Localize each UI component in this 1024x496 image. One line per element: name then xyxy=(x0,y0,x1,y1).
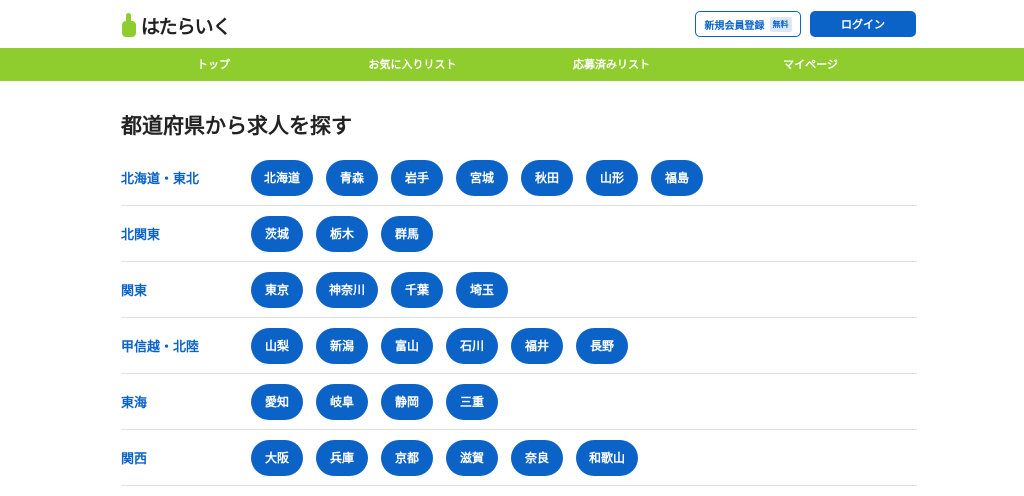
main-content: 都道府県から求人を探す 北海道・東北 北海道 青森 岩手 宮城 秋田 山形 福島北関東 茨城 栃木… xyxy=(121,81,917,486)
region-name: 北海道・東北 xyxy=(121,172,200,187)
prefecture-button[interactable]: 千葉 xyxy=(391,271,444,308)
region-name: 甲信越・北陸 xyxy=(121,340,200,355)
register-label: 新規会員登録 xyxy=(704,20,765,32)
prefecture-button[interactable]: 兵庫 xyxy=(316,439,368,476)
prefecture-button[interactable]: 新潟 xyxy=(316,327,368,364)
prefecture-button[interactable]: 福島 xyxy=(651,159,704,196)
global-nav: トップ お気に入りリスト 応募済みリスト マイページ xyxy=(0,48,1024,81)
prefecture-list: 愛知 岐阜 静岡 三重 xyxy=(251,383,498,420)
prefecture-button[interactable]: 岐阜 xyxy=(316,383,368,420)
site-logo[interactable]: はたらいく xyxy=(121,11,232,39)
thumbs-up-icon xyxy=(121,11,137,39)
prefecture-button[interactable]: 秋田 xyxy=(521,159,574,196)
prefecture-list: 山梨 新潟 富山 石川 福井 長野 xyxy=(251,327,628,364)
page-title: 都道府県から求人を探す xyxy=(121,114,352,138)
prefecture-button[interactable]: 宮城 xyxy=(456,159,509,196)
nav-item[interactable]: トップ xyxy=(114,48,313,81)
prefecture-button[interactable]: 石川 xyxy=(446,327,498,364)
region-row: 関西 大阪 兵庫 京都 滋賀 奈良 和歌山 xyxy=(121,430,917,486)
register-button[interactable]: 新規会員登録 無料 xyxy=(695,11,801,37)
prefecture-button[interactable]: 長野 xyxy=(576,327,628,364)
prefecture-button[interactable]: 山形 xyxy=(586,159,639,196)
prefecture-button[interactable]: 神奈川 xyxy=(316,271,379,308)
prefecture-button[interactable]: 奈良 xyxy=(511,439,563,476)
prefecture-button[interactable]: 青森 xyxy=(326,159,379,196)
nav-item[interactable]: 応募済みリスト xyxy=(512,48,711,81)
site-header: はたらいく 新規会員登録 無料 ログイン xyxy=(0,0,1024,48)
prefecture-list: 茨城 栃木 群馬 xyxy=(251,215,433,252)
prefecture-button[interactable]: 東京 xyxy=(251,271,303,308)
prefecture-button[interactable]: 和歌山 xyxy=(576,439,639,476)
prefecture-button[interactable]: 茨城 xyxy=(251,215,303,252)
region-name: 北関東 xyxy=(121,228,161,243)
prefecture-button[interactable]: 愛知 xyxy=(251,383,303,420)
prefecture-button[interactable]: 山梨 xyxy=(251,327,303,364)
prefecture-button[interactable]: 栃木 xyxy=(316,215,368,252)
region-row: 北海道・東北 北海道 青森 岩手 宮城 秋田 山形 福島 xyxy=(121,150,917,206)
region-name: 東海 xyxy=(121,396,148,411)
login-button[interactable]: ログイン xyxy=(810,11,916,37)
region-name: 関東 xyxy=(121,284,148,299)
prefecture-button[interactable]: 滋賀 xyxy=(446,439,498,476)
region-row: 北関東 茨城 栃木 群馬 xyxy=(121,206,917,262)
region-row: 甲信越・北陸 山梨 新潟 富山 石川 福井 長野 xyxy=(121,318,917,374)
prefecture-button[interactable]: 富山 xyxy=(381,327,433,364)
prefecture-list: 東京 神奈川 千葉 埼玉 xyxy=(251,271,509,308)
prefecture-list: 北海道 青森 岩手 宮城 秋田 山形 福島 xyxy=(251,159,704,196)
prefecture-button[interactable]: 群馬 xyxy=(381,215,433,252)
nav-item[interactable]: お気に入りリスト xyxy=(313,48,512,81)
region-row: 関東 東京 神奈川 千葉 埼玉 xyxy=(121,262,917,318)
prefecture-button[interactable]: 静岡 xyxy=(381,383,433,420)
region-list: 北海道・東北 北海道 青森 岩手 宮城 秋田 山形 福島北関東 茨城 栃木 群馬関東 東京 神奈川 千葉埼… xyxy=(121,150,917,486)
prefecture-button[interactable]: 岩手 xyxy=(391,159,444,196)
nav-item[interactable]: マイページ xyxy=(711,48,910,81)
region-name: 関西 xyxy=(121,452,148,467)
logo-text: はたらいく xyxy=(141,15,232,38)
prefecture-button[interactable]: 京都 xyxy=(381,439,433,476)
prefecture-button[interactable]: 大阪 xyxy=(251,439,303,476)
prefecture-button[interactable]: 北海道 xyxy=(251,159,314,196)
region-row: 東海 愛知 岐阜 静岡 三重 xyxy=(121,374,917,430)
prefecture-list: 大阪 兵庫 京都 滋賀 奈良 和歌山 xyxy=(251,439,639,476)
prefecture-button[interactable]: 福井 xyxy=(511,327,563,364)
prefecture-button[interactable]: 埼玉 xyxy=(456,271,509,308)
prefecture-button[interactable]: 三重 xyxy=(446,383,498,420)
free-badge: 無料 xyxy=(769,16,792,32)
